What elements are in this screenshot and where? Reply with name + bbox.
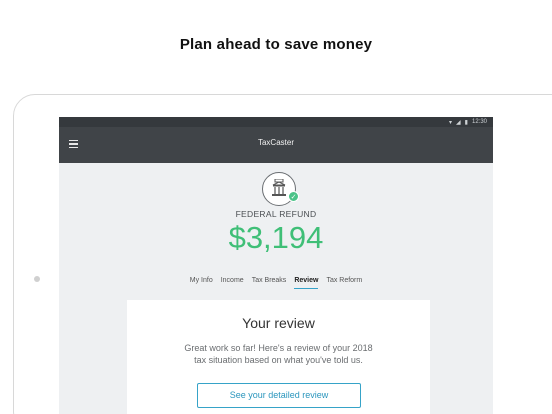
app-title: TaxCaster — [257, 138, 294, 147]
checkmark-icon: ✓ — [288, 191, 299, 202]
app-bar: TaxCaster — [59, 127, 493, 163]
battery-icon: ▮ — [464, 119, 468, 126]
status-time: 12:30 — [471, 119, 487, 125]
tab-tax-breaks[interactable]: Tax Breaks — [252, 277, 287, 289]
wifi-icon: ▾ — [449, 119, 453, 126]
review-card-title: Your review — [242, 315, 315, 331]
see-detailed-review-button[interactable]: See your detailed review — [197, 383, 361, 408]
tab-review[interactable]: Review — [294, 277, 319, 289]
section-tabs: My Info Income Tax Breaks Review Tax Ref… — [59, 277, 493, 289]
review-card-body: Great work so far! Here's a review of yo… — [184, 343, 373, 365]
signal-icon: ◢ — [456, 119, 461, 126]
refund-amount: $3,194 — [228, 220, 324, 255]
app-screen: ▾ ◢ ▮ 12:30 TaxCaster ✓ FEDERAL REFUND $… — [59, 117, 493, 414]
promo-headline: Plan ahead to save money — [179, 36, 373, 53]
tablet-home-dot — [34, 276, 40, 282]
refund-label: FEDERAL REFUND — [235, 209, 317, 219]
tab-my-info[interactable]: My Info — [190, 277, 213, 289]
tab-income[interactable]: Income — [221, 277, 244, 289]
status-bar: ▾ ◢ ▮ 12:30 — [59, 117, 493, 127]
review-card: Your review Great work so far! Here's a … — [127, 300, 430, 414]
tab-tax-reform[interactable]: Tax Reform — [326, 277, 362, 289]
